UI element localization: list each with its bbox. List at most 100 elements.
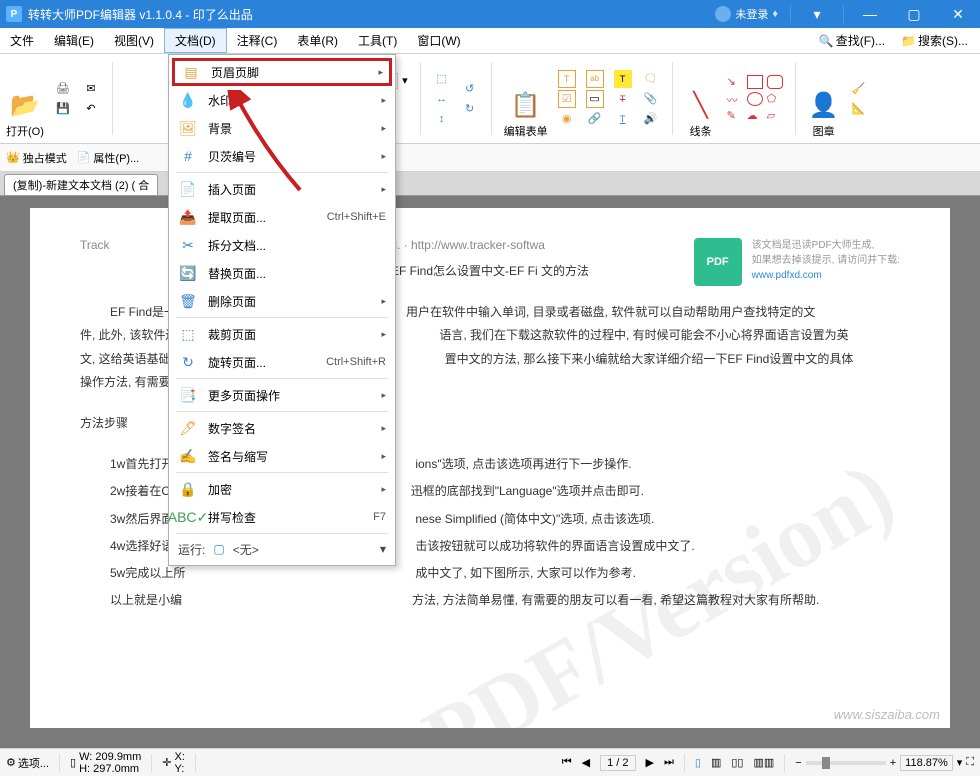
arrow-shape-icon[interactable]: ↘	[727, 75, 743, 89]
menu-file[interactable]: 文件	[0, 28, 44, 53]
checkbox-icon[interactable]: ☑	[558, 90, 576, 108]
button-field-icon[interactable]: ▭	[586, 90, 604, 108]
exclusive-mode-button[interactable]: 👑独占模式	[6, 150, 67, 166]
menu-replace-page[interactable]: 🔄替换页面...	[172, 259, 392, 287]
prev-page-button[interactable]: ◀	[582, 756, 590, 769]
menu-spellcheck[interactable]: ABC✓拼写检查F7	[172, 503, 392, 531]
email-icon[interactable]: ✉	[82, 80, 100, 98]
strikethrough-icon[interactable]: T	[614, 90, 632, 108]
menu-delete-page[interactable]: 🗑删除页面▸	[172, 287, 392, 315]
menu-edit[interactable]: 编辑(E)	[44, 28, 104, 53]
layout-facing-cont-icon[interactable]: ▥▥	[753, 756, 774, 769]
menu-sign-initials[interactable]: ✍签名与缩写▸	[172, 442, 392, 470]
zoom-slider[interactable]	[806, 761, 886, 765]
radio-icon[interactable]: ◉	[558, 110, 576, 128]
maximize-button[interactable]: ▢	[892, 0, 936, 28]
cursor-pos: ✛X:Y:	[162, 751, 185, 775]
doc-icon: 📄	[77, 151, 91, 164]
menu-split-doc[interactable]: ✂拆分文档...	[172, 231, 392, 259]
edit-form-button[interactable]: 📋 编辑表单	[504, 58, 548, 139]
menu-window[interactable]: 窗口(W)	[407, 28, 470, 53]
cloud-shape-icon[interactable]: ☁	[747, 109, 763, 123]
close-button[interactable]: ✕	[936, 0, 980, 28]
page-indicator[interactable]: 1 / 2	[600, 755, 635, 771]
menu-insert-page[interactable]: 📄插入页面▸	[172, 175, 392, 203]
menu-form[interactable]: 表单(R)	[287, 28, 348, 53]
line-icon: ╲	[685, 89, 717, 121]
callout-shape-icon[interactable]: ▱	[767, 109, 783, 123]
menu-background[interactable]: 🖼背景▸	[172, 114, 392, 142]
menu-tool[interactable]: 工具(T)	[348, 28, 407, 53]
menu-rotate-page[interactable]: ↻旋转页面...Ctrl+Shift+R	[172, 348, 392, 376]
watermark-icon: 💧	[178, 90, 198, 110]
last-page-button[interactable]: ⏭	[664, 756, 674, 769]
fit-height-icon[interactable]: ↕	[433, 110, 451, 128]
link-icon[interactable]: 🔗	[586, 110, 604, 128]
ellipse-shape-icon[interactable]	[747, 92, 763, 106]
insert-page-icon: 📄	[178, 179, 198, 199]
note-icon[interactable]: 🗨	[642, 70, 660, 88]
background-icon: 🖼	[178, 118, 198, 138]
layout-cont-icon[interactable]: ▥	[711, 756, 721, 769]
stamp-button[interactable]: 👤 图章	[808, 58, 840, 139]
polygon-shape-icon[interactable]: ⬠	[767, 92, 783, 106]
polyline-shape-icon[interactable]: 〰	[727, 92, 743, 106]
attach-icon[interactable]: 📎	[642, 90, 660, 108]
menu-annotate[interactable]: 注释(C)	[227, 28, 288, 53]
rotate-left-icon[interactable]: ↺	[461, 80, 479, 98]
menu-watermark[interactable]: 💧水印▸	[172, 86, 392, 114]
underline-icon[interactable]: T	[614, 110, 632, 128]
menu-crop-page[interactable]: ⬚裁剪页面▸	[172, 320, 392, 348]
zoom-out-status[interactable]: −	[795, 757, 801, 769]
fit-page-icon[interactable]: ⬚	[433, 70, 451, 88]
save-icon[interactable]: 💾	[54, 100, 72, 118]
options-button[interactable]: ⚙选项...	[6, 755, 49, 771]
first-page-button[interactable]: ⏮	[562, 756, 572, 769]
zoom-in-status[interactable]: +	[890, 757, 896, 769]
fit-width-icon[interactable]: ↔	[433, 90, 451, 108]
highlight-icon[interactable]: T	[614, 70, 632, 88]
menu-bar: 文件 编辑(E) 视图(V) 文档(D) 注释(C) 表单(R) 工具(T) 窗…	[0, 28, 980, 54]
user-status[interactable]: 未登录 ♦	[707, 6, 786, 22]
fullscreen-icon[interactable]: ⛶	[966, 756, 974, 769]
undo-icon[interactable]: ↶	[82, 100, 100, 118]
layout-facing-icon[interactable]: ▯▯	[731, 756, 743, 769]
status-bar: ⚙选项... ▯W: 209.9mmH: 297.0mm ✛X:Y: ⏮ ◀ 1…	[0, 748, 980, 776]
textbox-icon[interactable]: ab	[586, 70, 604, 88]
document-dropdown: ▤页眉页脚▸ 💧水印▸ 🖼背景▸ #贝茨编号▸ 📄插入页面▸ 📤提取页面...C…	[168, 54, 396, 566]
search-button[interactable]: 📁搜索(S)...	[895, 32, 974, 49]
minimize-button[interactable]: ―	[848, 0, 892, 28]
run-select-icon: ▢	[213, 542, 224, 556]
properties-button[interactable]: 📄属性(P)...	[77, 150, 140, 166]
menu-document[interactable]: 文档(D)	[164, 28, 227, 53]
open-button[interactable]: 📂 打开(O)	[6, 58, 44, 139]
dropdown-button[interactable]: ▾	[795, 0, 839, 28]
rotate-right-icon[interactable]: ↻	[461, 100, 479, 118]
line-button[interactable]: ╲ 线条	[685, 58, 717, 139]
eraser-icon[interactable]: 🧹	[850, 80, 868, 98]
sound-icon[interactable]: 🔊	[642, 110, 660, 128]
menu-view[interactable]: 视图(V)	[104, 28, 164, 53]
header-footer-icon: ▤	[181, 62, 201, 82]
more-ops-icon: 📑	[178, 385, 198, 405]
zoom-level[interactable]: 118.87%	[900, 755, 953, 771]
pencil-shape-icon[interactable]: ✎	[727, 109, 743, 123]
rect-shape-icon[interactable]	[747, 75, 763, 89]
measure-icon[interactable]: 📐	[850, 100, 868, 118]
menu-header-footer[interactable]: ▤页眉页脚▸	[172, 58, 392, 86]
find-button[interactable]: 🔍查找(F)...	[813, 32, 891, 49]
menu-bates[interactable]: #贝茨编号▸	[172, 142, 392, 170]
menu-run-row[interactable]: 运行:▢<无>▾	[172, 536, 392, 562]
crop-icon: ⬚	[178, 324, 198, 344]
next-page-button[interactable]: ▶	[646, 756, 654, 769]
menu-extract-page[interactable]: 📤提取页面...Ctrl+Shift+E	[172, 203, 392, 231]
rounded-shape-icon[interactable]	[767, 75, 783, 89]
text-field-icon[interactable]: T	[558, 70, 576, 88]
print-icon[interactable]: 🖨	[54, 80, 72, 98]
corner-watermark: www.siszaiba.com	[834, 707, 940, 722]
document-tab[interactable]: (复制)-新建文本文档 (2) ( 合	[4, 174, 158, 195]
menu-more-ops[interactable]: 📑更多页面操作▸	[172, 381, 392, 409]
layout-single-icon[interactable]: ▯	[695, 756, 701, 769]
menu-digital-sign[interactable]: 🖊数字签名▸	[172, 414, 392, 442]
menu-encrypt[interactable]: 🔒加密▸	[172, 475, 392, 503]
